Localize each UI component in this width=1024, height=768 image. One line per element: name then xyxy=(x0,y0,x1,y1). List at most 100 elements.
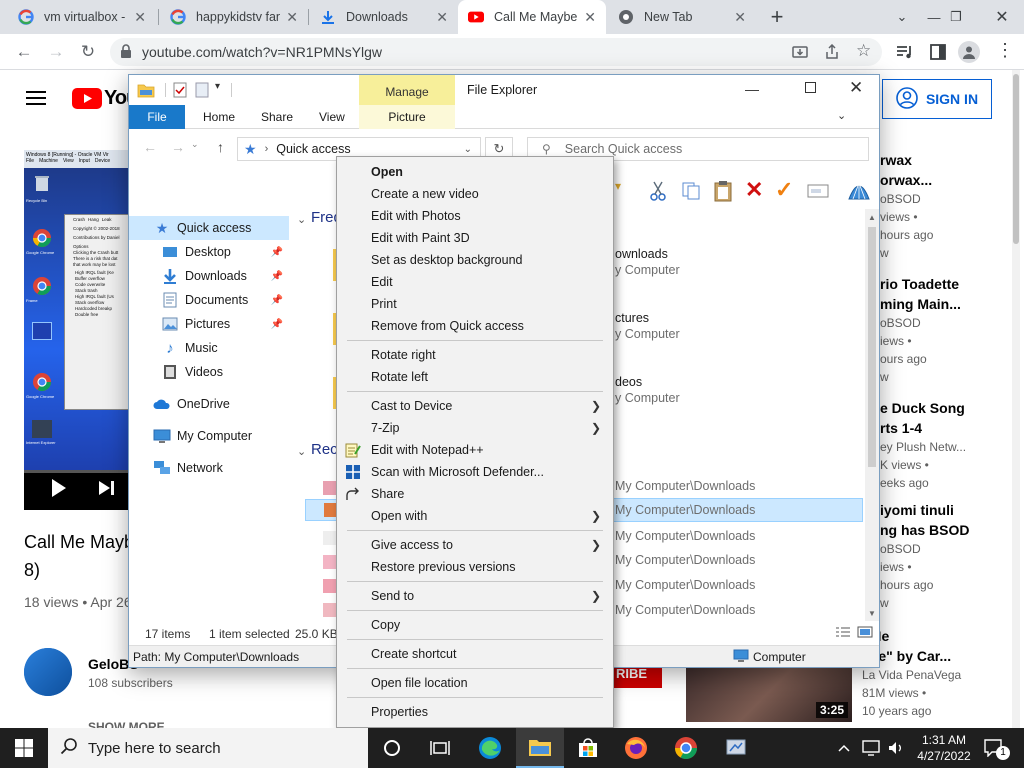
close-tab-icon[interactable]: ✕ xyxy=(734,9,746,26)
progress-bar[interactable] xyxy=(24,470,130,473)
menu-item-set-desktop-background[interactable]: Set as desktop background xyxy=(339,249,611,271)
browser-tab-happykidstv[interactable]: happykidstv fan ✕ xyxy=(160,0,308,34)
volume-icon[interactable] xyxy=(888,728,904,768)
menu-item-open[interactable]: Open xyxy=(339,161,611,183)
side-panel-icon[interactable] xyxy=(930,44,946,63)
address-dropdown-icon[interactable]: ⌄ xyxy=(464,144,472,155)
browser-tab-call-me-maybe[interactable]: Call Me Maybe ✕ xyxy=(458,0,606,34)
recent-locations-icon[interactable]: ⌄ xyxy=(191,139,199,150)
maximize-icon[interactable] xyxy=(805,82,816,93)
notification-center-icon[interactable]: 1 xyxy=(984,728,1010,768)
close-tab-icon[interactable]: ✕ xyxy=(436,9,448,26)
nav-item-documents[interactable]: Documents 📌 xyxy=(129,288,289,312)
new-tab-button[interactable]: + xyxy=(764,4,790,30)
related-video-4[interactable]: iyomi tinuli ng has BSOD oBSOD iews • ho… xyxy=(880,500,1010,612)
nav-item-videos[interactable]: Videos xyxy=(129,360,289,384)
ribbon-tab-picture-tools[interactable]: Picture Tools xyxy=(359,105,455,148)
sign-in-button[interactable]: SIGN IN xyxy=(882,79,992,119)
chrome-menu-icon[interactable]: ⋮ xyxy=(996,40,1014,61)
close-icon[interactable]: ✕ xyxy=(849,78,863,98)
expand-ribbon-icon[interactable]: ⌄ xyxy=(837,109,846,122)
task-view-icon[interactable] xyxy=(416,728,464,768)
video-player[interactable]: Windows 8 [Running] - Oracle VM Vir File… xyxy=(24,150,130,510)
selected-file-row[interactable]: My Computer\Downloads xyxy=(613,498,863,522)
tray-chevron-icon[interactable] xyxy=(838,728,850,768)
nav-item-onedrive[interactable]: OneDrive xyxy=(129,392,289,416)
menu-item-give-access-to[interactable]: Give access to ❯ xyxy=(339,534,611,556)
collapse-recent-icon[interactable]: ⌄ xyxy=(297,445,306,458)
related-video-2[interactable]: rio Toadette ming Main... oBSOD iews • o… xyxy=(880,274,1010,386)
related-video-1[interactable]: rwax orwax... oBSOD views • hours ago w xyxy=(880,150,1010,262)
up-icon[interactable]: ↑ xyxy=(217,139,224,155)
menu-item-rotate-right[interactable]: Rotate right xyxy=(339,344,611,366)
close-tab-icon[interactable]: ✕ xyxy=(584,9,596,26)
menu-item-create-new-video[interactable]: Create a new video xyxy=(339,183,611,205)
page-scrollbar[interactable] xyxy=(1012,70,1020,728)
customize-qat-icon[interactable]: ▾ xyxy=(215,81,220,92)
file-explorer-taskbar-icon[interactable] xyxy=(516,728,564,768)
close-tab-icon[interactable]: ✕ xyxy=(134,9,146,26)
related-video-3[interactable]: e Duck Song rts 1-4 ey Plush Netw... K v… xyxy=(880,398,1010,492)
menu-item-remove-from-quick-access[interactable]: Remove from Quick access xyxy=(339,315,611,337)
clock[interactable]: 1:31 AM 4/27/2022 xyxy=(912,728,976,768)
media-control-icon[interactable] xyxy=(896,44,914,63)
menu-item-scan-with-defender[interactable]: Scan with Microsoft Defender... xyxy=(339,461,611,483)
profile-avatar-icon[interactable] xyxy=(958,41,980,63)
collapse-frequent-icon[interactable]: ⌄ xyxy=(297,213,306,226)
frequent-folder-name[interactable]: ctures xyxy=(615,311,649,325)
reload-icon[interactable]: ↻ xyxy=(76,40,100,64)
menu-item-restore-previous-versions[interactable]: Restore previous versions xyxy=(339,556,611,578)
menu-item-print[interactable]: Print xyxy=(339,293,611,315)
menu-item-open-with[interactable]: Open with ❯ xyxy=(339,505,611,527)
menu-item-open-file-location[interactable]: Open file location xyxy=(339,672,611,694)
nav-item-quick-access[interactable]: ★ Quick access xyxy=(129,216,289,240)
nav-item-my-computer[interactable]: My Computer xyxy=(129,424,289,448)
scroll-down-icon[interactable]: ▼ xyxy=(868,609,876,618)
bookmark-star-icon[interactable]: ☆ xyxy=(856,41,871,61)
ribbon-tab-share[interactable]: Share xyxy=(247,105,307,129)
scrollbar-thumb[interactable] xyxy=(868,227,876,467)
menu-item-rotate-left[interactable]: Rotate left xyxy=(339,366,611,388)
ribbon-tab-home[interactable]: Home xyxy=(189,105,249,129)
edge-icon[interactable] xyxy=(466,728,514,768)
ribbon-tab-view[interactable]: View xyxy=(305,105,359,129)
share-icon[interactable] xyxy=(824,43,840,63)
nav-item-music[interactable]: ♪ Music xyxy=(129,336,289,360)
back-icon[interactable]: ← xyxy=(12,40,36,64)
related-video-5[interactable]: l Me ybe" by Car... La Vida PenaVega 81M… xyxy=(862,626,992,720)
ribbon-tab-file[interactable]: File xyxy=(129,105,185,129)
menu-item-cast-to-device[interactable]: Cast to Device ❯ xyxy=(339,395,611,417)
channel-avatar[interactable] xyxy=(24,648,72,696)
next-icon[interactable] xyxy=(98,480,116,499)
firefox-icon[interactable] xyxy=(612,728,660,768)
start-button[interactable] xyxy=(0,728,48,768)
minimize-icon[interactable]: — xyxy=(745,81,759,97)
taskbar-search-box[interactable]: Type here to search xyxy=(48,728,368,768)
menu-item-properties[interactable]: Properties xyxy=(339,701,611,723)
new-folder-icon[interactable] xyxy=(195,82,209,101)
details-view-icon[interactable] xyxy=(835,626,851,641)
hamburger-menu-icon[interactable] xyxy=(26,90,46,109)
install-app-icon[interactable] xyxy=(792,44,808,63)
network-icon[interactable] xyxy=(862,728,880,768)
menu-item-send-to[interactable]: Send to ❯ xyxy=(339,585,611,607)
browser-tab-downloads[interactable]: Downloads ✕ xyxy=(310,0,458,34)
menu-item-copy[interactable]: Copy xyxy=(339,614,611,636)
large-icons-view-icon[interactable] xyxy=(857,626,873,641)
menu-item-edit-with-paint-3d[interactable]: Edit with Paint 3D xyxy=(339,227,611,249)
menu-item-share[interactable]: Share xyxy=(339,483,611,505)
browser-tab-vm-virtualbox[interactable]: vm virtualbox - ✕ xyxy=(8,0,156,34)
nav-item-pictures[interactable]: Pictures 📌 xyxy=(129,312,289,336)
scrollbar-thumb[interactable] xyxy=(1013,74,1019,244)
chrome-taskbar-icon[interactable] xyxy=(662,728,710,768)
virtualbox-icon[interactable] xyxy=(712,728,760,768)
forward-icon[interactable]: → xyxy=(44,40,68,64)
address-bar[interactable]: youtube.com/watch?v=NR1PMNsYlgw ☆ xyxy=(110,38,882,66)
properties-icon[interactable] xyxy=(173,82,187,101)
menu-item-edit-with-notepad[interactable]: Edit with Notepad++ xyxy=(339,439,611,461)
back-icon[interactable]: ← xyxy=(143,139,157,155)
close-window-icon[interactable]: ✕ xyxy=(980,0,1024,34)
menu-item-edit-with-photos[interactable]: Edit with Photos xyxy=(339,205,611,227)
restore-icon[interactable]: ❐ xyxy=(934,0,978,34)
menu-item-edit[interactable]: Edit xyxy=(339,271,611,293)
